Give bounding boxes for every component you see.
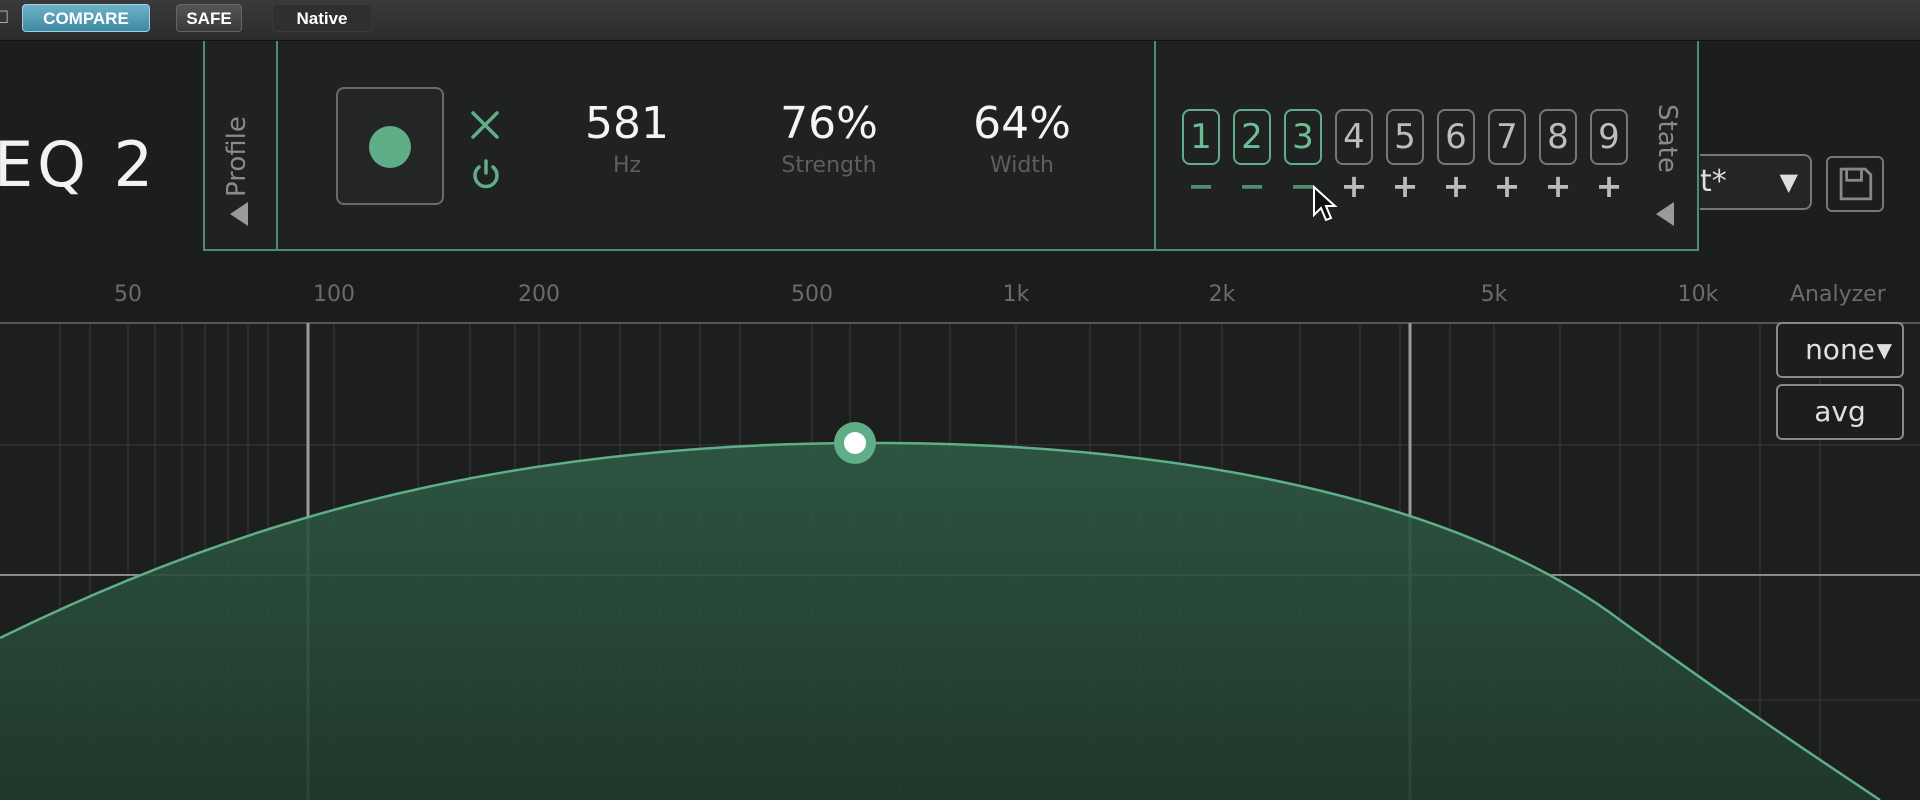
state-store-icon[interactable]: + <box>1492 170 1522 202</box>
strength-value[interactable]: 76% <box>744 98 914 149</box>
frequency-value[interactable]: 581 <box>542 98 712 149</box>
state-store-icon[interactable]: + <box>1441 170 1471 202</box>
mouse-cursor-icon <box>1313 185 1338 222</box>
state-slot-1[interactable]: 1 <box>1182 109 1220 165</box>
state-store-icon[interactable]: + <box>1390 170 1420 202</box>
state-slot-9[interactable]: 9 <box>1590 109 1628 165</box>
preset-select[interactable]: t* ▼ <box>1700 154 1812 210</box>
frequency-tick-label: 2k <box>1208 282 1236 307</box>
panel-divider <box>1154 41 1156 249</box>
width-label: Width <box>990 153 1054 178</box>
state-slot-2[interactable]: 2 <box>1233 109 1271 165</box>
state-clear-icon[interactable]: − <box>1186 170 1216 202</box>
frequency-tick-label: 10k <box>1677 282 1719 307</box>
frequency-tick-label: 1k <box>1002 282 1030 307</box>
triangle-left-icon[interactable] <box>1656 202 1674 226</box>
state-slot-3[interactable]: 3 <box>1284 109 1322 165</box>
band-selector[interactable] <box>336 87 444 205</box>
power-icon[interactable] <box>470 158 502 190</box>
compare-button[interactable]: COMPARE <box>22 4 150 32</box>
frequency-tick-label: 500 <box>791 282 833 307</box>
state-slot-6[interactable]: 6 <box>1437 109 1475 165</box>
eq-graph[interactable] <box>0 320 1920 800</box>
width-param[interactable]: 64% Width <box>937 98 1107 178</box>
analyzer-label: Analyzer <box>1790 282 1886 307</box>
strength-label: Strength <box>781 153 877 178</box>
state-label[interactable]: State <box>1652 104 1682 173</box>
lock-icon[interactable]: □ <box>0 6 9 28</box>
state-store-icon[interactable]: + <box>1594 170 1624 202</box>
state-slot-8[interactable]: 8 <box>1539 109 1577 165</box>
panel-divider <box>276 41 278 249</box>
state-slot-7[interactable]: 7 <box>1488 109 1526 165</box>
profile-label[interactable]: Profile <box>222 116 252 197</box>
strength-param[interactable]: 76% Strength <box>744 98 914 178</box>
save-icon[interactable] <box>1826 156 1884 212</box>
native-button[interactable]: Native <box>272 4 372 32</box>
width-value[interactable]: 64% <box>937 98 1107 149</box>
band-color-dot <box>369 126 411 168</box>
frequency-tick-label: 50 <box>114 282 142 307</box>
preset-value: t* <box>1700 164 1727 199</box>
chevron-down-icon: ▼ <box>1779 168 1798 196</box>
frequency-tick-label: 5k <box>1480 282 1508 307</box>
frequency-param[interactable]: 581 Hz <box>542 98 712 178</box>
state-clear-icon[interactable]: − <box>1237 170 1267 202</box>
state-slot-4[interactable]: 4 <box>1335 109 1373 165</box>
analyzer-mode-value: none <box>1805 333 1875 366</box>
triangle-left-icon[interactable] <box>230 202 248 226</box>
frequency-label: Hz <box>612 153 642 178</box>
analyzer-mode-select[interactable]: none ▼ <box>1776 322 1904 378</box>
host-toolbar: □ COMPARE SAFE Native <box>0 0 1920 41</box>
frequency-tick-label: 200 <box>518 282 560 307</box>
x-icon[interactable] <box>468 108 502 142</box>
analyzer-avg-button[interactable]: avg <box>1776 384 1904 440</box>
safe-button[interactable]: SAFE <box>176 4 242 32</box>
band-handle-center <box>844 432 866 454</box>
state-store-icon[interactable]: + <box>1339 170 1369 202</box>
state-slot-5[interactable]: 5 <box>1386 109 1424 165</box>
chevron-down-icon: ▼ <box>1876 338 1892 362</box>
state-store-icon[interactable]: + <box>1543 170 1573 202</box>
frequency-tick-label: 100 <box>313 282 355 307</box>
plugin-title: EQ 2 <box>0 128 158 201</box>
